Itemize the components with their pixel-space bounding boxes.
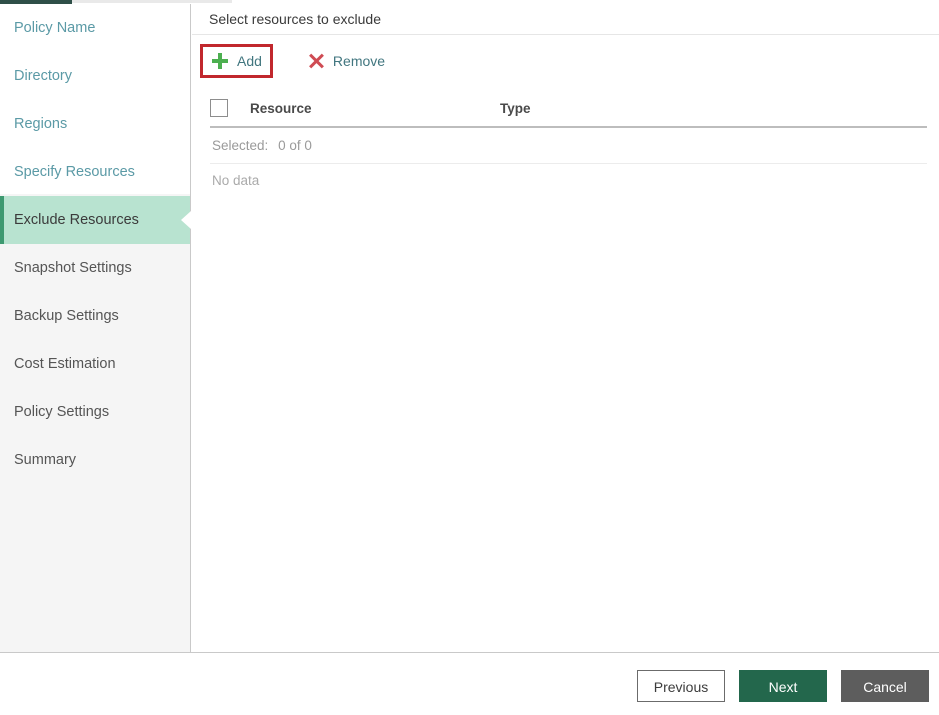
content-pane: Select resources to exclude Add Remove R… (192, 4, 939, 652)
column-header-type[interactable]: Type (500, 101, 531, 116)
remove-button-label: Remove (332, 53, 386, 69)
sidebar-item-backup-settings[interactable]: Backup Settings (0, 292, 190, 340)
sidebar-item-exclude-resources[interactable]: Exclude Resources (0, 196, 191, 244)
sidebar-item-label: Exclude Resources (14, 212, 139, 228)
sidebar-item-label: Snapshot Settings (14, 260, 132, 276)
sidebar-item-label: Specify Resources (14, 164, 135, 180)
sidebar-item-directory[interactable]: Directory (0, 52, 190, 100)
sidebar-item-label: Backup Settings (14, 308, 119, 324)
footer-button-group: Previous Next Cancel (637, 670, 929, 702)
remove-button[interactable]: Remove (297, 44, 395, 78)
select-all-checkbox[interactable] (210, 99, 228, 117)
sidebar-item-specify-resources[interactable]: Specify Resources (0, 148, 190, 196)
sidebar-item-label: Summary (14, 452, 77, 468)
sidebar-item-policy-settings[interactable]: Policy Settings (0, 388, 190, 436)
previous-button[interactable]: Previous (637, 670, 725, 702)
sidebar-item-summary[interactable]: Summary (0, 436, 190, 484)
x-icon (307, 52, 325, 70)
wizard-footer: Previous Next Cancel (0, 653, 939, 715)
sidebar-item-label: Policy Settings (14, 404, 110, 420)
wizard-step-sidebar: Policy Name Directory Regions Specify Resou… (0, 4, 191, 652)
add-button[interactable]: Add (200, 44, 273, 78)
next-button[interactable]: Next (739, 670, 827, 702)
tab-strip-divider (72, 0, 232, 3)
wizard-step-list: Policy Name Directory Regions Specify Resou… (0, 4, 191, 484)
active-step-notch-icon (181, 211, 191, 229)
sidebar-item-snapshot-settings[interactable]: Snapshot Settings (0, 244, 190, 292)
selected-count: 0 of 0 (278, 138, 312, 153)
sidebar-item-label: Policy Name (14, 20, 96, 36)
plus-icon (211, 52, 229, 70)
grid-header-row: Resource Type (210, 90, 927, 128)
sidebar-item-label: Regions (14, 116, 68, 132)
sidebar-item-policy-name[interactable]: Policy Name (0, 4, 190, 52)
sidebar-item-label: Cost Estimation (14, 356, 116, 372)
cancel-button[interactable]: Cancel (841, 670, 929, 702)
page-title: Select resources to exclude (192, 4, 939, 35)
resources-grid: Resource Type Selected: 0 of 0 No data (210, 90, 927, 198)
select-all-cell (210, 99, 250, 117)
policy-wizard: Policy Name Directory Regions Specify Resou… (0, 0, 939, 715)
sidebar-item-cost-estimation[interactable]: Cost Estimation (0, 340, 190, 388)
selected-label: Selected: (212, 138, 269, 153)
sidebar-item-label: Directory (14, 68, 73, 84)
grid-empty-message: No data (212, 173, 260, 188)
column-header-resource[interactable]: Resource (250, 101, 500, 116)
grid-toolbar: Add Remove (192, 40, 419, 82)
selected-summary-row: Selected: 0 of 0 (210, 128, 927, 164)
sidebar-item-regions[interactable]: Regions (0, 100, 190, 148)
add-button-label: Add (237, 53, 262, 69)
